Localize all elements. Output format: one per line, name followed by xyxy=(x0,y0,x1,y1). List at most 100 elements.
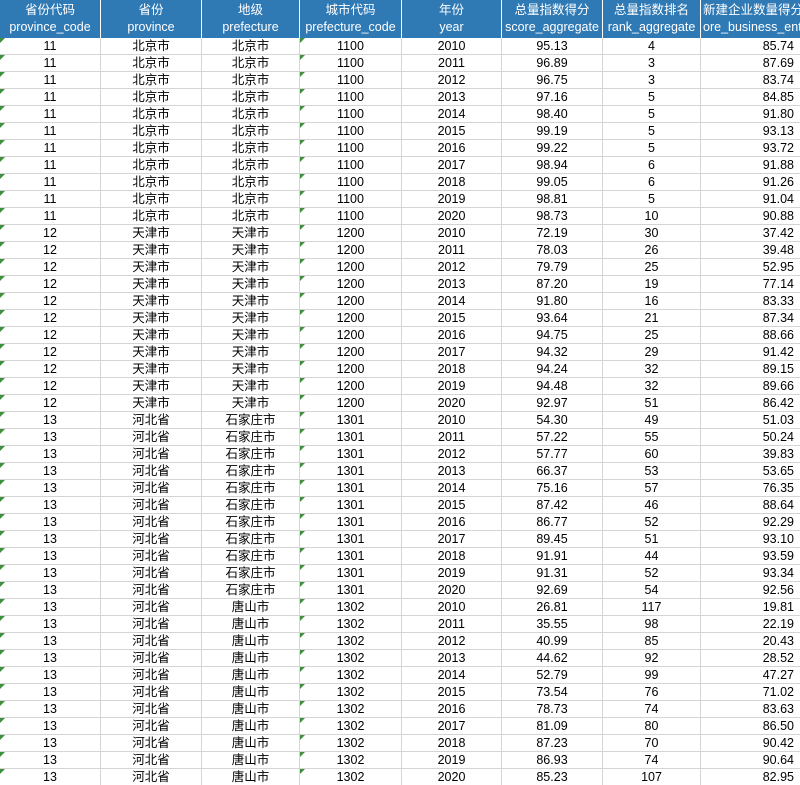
cell-year[interactable]: 2011 xyxy=(402,55,502,72)
cell-province-code[interactable]: 12 xyxy=(0,293,101,310)
cell-province[interactable]: 北京市 xyxy=(101,123,202,140)
cell-score-aggregate[interactable]: 91.80 xyxy=(502,293,603,310)
cell-prefecture-code[interactable]: 1301 xyxy=(300,531,402,548)
cell-business-ent-score[interactable]: 52.95 xyxy=(701,259,800,276)
cell-province[interactable]: 天津市 xyxy=(101,225,202,242)
cell-province-code[interactable]: 13 xyxy=(0,684,101,701)
cell-province-code[interactable]: 11 xyxy=(0,208,101,225)
cell-business-ent-score[interactable]: 90.88 xyxy=(701,208,800,225)
cell-rank-aggregate[interactable]: 99 xyxy=(603,667,701,684)
cell-prefecture[interactable]: 天津市 xyxy=(202,276,300,293)
cell-prefecture[interactable]: 北京市 xyxy=(202,38,300,55)
cell-business-ent-score[interactable]: 83.33 xyxy=(701,293,800,310)
cell-rank-aggregate[interactable]: 80 xyxy=(603,718,701,735)
cell-province-code[interactable]: 12 xyxy=(0,395,101,412)
cell-province-code[interactable]: 13 xyxy=(0,735,101,752)
cell-province[interactable]: 河北省 xyxy=(101,633,202,650)
cell-province[interactable]: 河北省 xyxy=(101,769,202,785)
cell-prefecture-code[interactable]: 1200 xyxy=(300,378,402,395)
cell-score-aggregate[interactable]: 99.22 xyxy=(502,140,603,157)
cell-province[interactable]: 河北省 xyxy=(101,531,202,548)
cell-prefecture-code[interactable]: 1301 xyxy=(300,412,402,429)
cell-business-ent-score[interactable]: 50.24 xyxy=(701,429,800,446)
cell-prefecture-code[interactable]: 1100 xyxy=(300,174,402,191)
cell-rank-aggregate[interactable]: 107 xyxy=(603,769,701,785)
cell-prefecture[interactable]: 北京市 xyxy=(202,174,300,191)
cell-rank-aggregate[interactable]: 29 xyxy=(603,344,701,361)
cell-province[interactable]: 北京市 xyxy=(101,38,202,55)
cell-province[interactable]: 北京市 xyxy=(101,55,202,72)
cell-prefecture[interactable]: 唐山市 xyxy=(202,769,300,785)
cell-year[interactable]: 2012 xyxy=(402,72,502,89)
cell-rank-aggregate[interactable]: 46 xyxy=(603,497,701,514)
cell-score-aggregate[interactable]: 66.37 xyxy=(502,463,603,480)
cell-rank-aggregate[interactable]: 74 xyxy=(603,752,701,769)
cell-business-ent-score[interactable]: 90.64 xyxy=(701,752,800,769)
cell-rank-aggregate[interactable]: 5 xyxy=(603,89,701,106)
cell-year[interactable]: 2012 xyxy=(402,259,502,276)
cell-prefecture[interactable]: 天津市 xyxy=(202,361,300,378)
cell-prefecture-code[interactable]: 1200 xyxy=(300,259,402,276)
cell-prefecture-code[interactable]: 1301 xyxy=(300,463,402,480)
cell-year[interactable]: 2020 xyxy=(402,208,502,225)
cell-year[interactable]: 2012 xyxy=(402,446,502,463)
cell-business-ent-score[interactable]: 86.42 xyxy=(701,395,800,412)
cell-year[interactable]: 2012 xyxy=(402,633,502,650)
cell-score-aggregate[interactable]: 54.30 xyxy=(502,412,603,429)
cell-business-ent-score[interactable]: 93.10 xyxy=(701,531,800,548)
cell-year[interactable]: 2013 xyxy=(402,276,502,293)
cell-prefecture[interactable]: 石家庄市 xyxy=(202,480,300,497)
cell-business-ent-score[interactable]: 91.26 xyxy=(701,174,800,191)
cell-province[interactable]: 北京市 xyxy=(101,208,202,225)
cell-score-aggregate[interactable]: 94.75 xyxy=(502,327,603,344)
cell-rank-aggregate[interactable]: 6 xyxy=(603,157,701,174)
cell-year[interactable]: 2015 xyxy=(402,497,502,514)
column-header-business-ent[interactable]: 新建企业数量得分 ore_business_ent xyxy=(701,0,800,38)
cell-prefecture-code[interactable]: 1301 xyxy=(300,446,402,463)
cell-prefecture-code[interactable]: 1301 xyxy=(300,565,402,582)
cell-score-aggregate[interactable]: 99.19 xyxy=(502,123,603,140)
cell-year[interactable]: 2017 xyxy=(402,718,502,735)
cell-prefecture[interactable]: 唐山市 xyxy=(202,752,300,769)
cell-business-ent-score[interactable]: 39.48 xyxy=(701,242,800,259)
cell-year[interactable]: 2016 xyxy=(402,701,502,718)
cell-prefecture[interactable]: 天津市 xyxy=(202,310,300,327)
cell-rank-aggregate[interactable]: 5 xyxy=(603,140,701,157)
cell-province[interactable]: 北京市 xyxy=(101,174,202,191)
cell-business-ent-score[interactable]: 93.34 xyxy=(701,565,800,582)
cell-prefecture-code[interactable]: 1302 xyxy=(300,599,402,616)
cell-prefecture-code[interactable]: 1302 xyxy=(300,667,402,684)
cell-prefecture[interactable]: 天津市 xyxy=(202,344,300,361)
cell-prefecture-code[interactable]: 1100 xyxy=(300,55,402,72)
cell-year[interactable]: 2010 xyxy=(402,38,502,55)
cell-prefecture[interactable]: 唐山市 xyxy=(202,599,300,616)
cell-prefecture[interactable]: 石家庄市 xyxy=(202,429,300,446)
cell-province[interactable]: 河北省 xyxy=(101,650,202,667)
cell-province[interactable]: 北京市 xyxy=(101,191,202,208)
cell-province-code[interactable]: 12 xyxy=(0,378,101,395)
cell-rank-aggregate[interactable]: 60 xyxy=(603,446,701,463)
cell-prefecture-code[interactable]: 1302 xyxy=(300,701,402,718)
cell-year[interactable]: 2020 xyxy=(402,582,502,599)
cell-year[interactable]: 2018 xyxy=(402,735,502,752)
cell-year[interactable]: 2011 xyxy=(402,616,502,633)
cell-score-aggregate[interactable]: 87.23 xyxy=(502,735,603,752)
cell-year[interactable]: 2010 xyxy=(402,599,502,616)
cell-prefecture-code[interactable]: 1200 xyxy=(300,344,402,361)
cell-year[interactable]: 2013 xyxy=(402,650,502,667)
cell-business-ent-score[interactable]: 77.14 xyxy=(701,276,800,293)
cell-rank-aggregate[interactable]: 70 xyxy=(603,735,701,752)
cell-year[interactable]: 2015 xyxy=(402,684,502,701)
cell-score-aggregate[interactable]: 85.23 xyxy=(502,769,603,785)
cell-business-ent-score[interactable]: 91.80 xyxy=(701,106,800,123)
cell-rank-aggregate[interactable]: 3 xyxy=(603,55,701,72)
cell-province[interactable]: 河北省 xyxy=(101,412,202,429)
cell-prefecture[interactable]: 北京市 xyxy=(202,72,300,89)
cell-business-ent-score[interactable]: 88.64 xyxy=(701,497,800,514)
cell-score-aggregate[interactable]: 98.40 xyxy=(502,106,603,123)
cell-year[interactable]: 2014 xyxy=(402,106,502,123)
cell-business-ent-score[interactable]: 93.72 xyxy=(701,140,800,157)
cell-prefecture[interactable]: 唐山市 xyxy=(202,684,300,701)
cell-province-code[interactable]: 13 xyxy=(0,650,101,667)
cell-rank-aggregate[interactable]: 52 xyxy=(603,565,701,582)
